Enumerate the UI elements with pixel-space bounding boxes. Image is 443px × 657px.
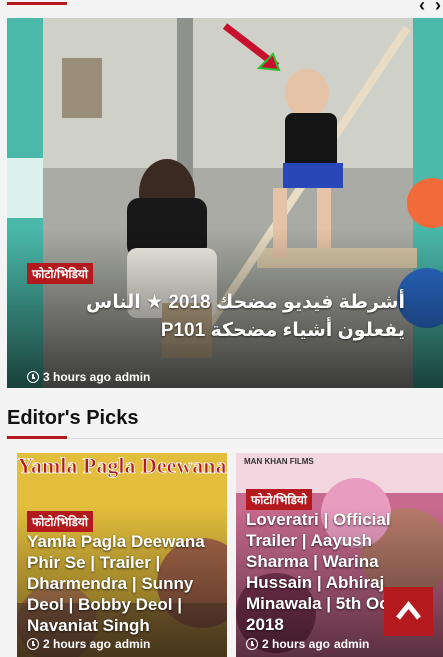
slider-nav: ‹ › <box>419 0 441 14</box>
clock-icon <box>27 638 39 650</box>
post-meta: 3 hours ago admin <box>27 370 150 384</box>
section-accent-line <box>7 2 67 5</box>
svg-text:MAN KHAN FILMS: MAN KHAN FILMS <box>244 457 314 466</box>
chevron-left-icon[interactable]: ‹ <box>419 0 425 14</box>
post-time: 2 hours ago <box>43 637 112 651</box>
section-divider <box>7 438 443 439</box>
post-meta: 2 hours ago admin <box>246 637 369 651</box>
chevron-right-icon[interactable]: › <box>435 0 441 14</box>
post-time: 2 hours ago <box>262 637 331 651</box>
arrow-up-icon <box>396 601 421 620</box>
post-author[interactable]: admin <box>334 637 369 651</box>
category-badge[interactable]: फोटो/भिडियो <box>27 511 93 532</box>
hero-slide[interactable]: फोटो/भिडियो أشرطة فيديو مضحك 2018 ★ النا… <box>7 18 443 388</box>
category-badge[interactable]: फोटो/भिडियो <box>27 263 93 284</box>
top-bar: ‹ › <box>0 0 443 14</box>
section-accent-line <box>7 436 67 439</box>
post-author[interactable]: admin <box>115 370 150 384</box>
scroll-to-top-button[interactable] <box>384 587 433 636</box>
post-author[interactable]: admin <box>115 637 150 651</box>
clock-icon <box>246 638 258 650</box>
svg-text:Yamla Pagla Deewana: Yamla Pagla Deewana <box>18 453 227 478</box>
post-time: 3 hours ago <box>43 370 112 384</box>
category-badge[interactable]: फोटो/भिडियो <box>246 489 312 510</box>
clock-icon <box>27 371 39 383</box>
section-title: Editor's Picks <box>7 407 139 429</box>
hero-title[interactable]: أشرطة فيديو مضحك 2018 ★ الناس يفعلون أشي… <box>27 289 405 345</box>
card-title[interactable]: Yamla Pagla Deewana Phir Se | Trailer | … <box>27 531 219 636</box>
post-meta: 2 hours ago admin <box>27 637 150 651</box>
editors-pick-card[interactable]: Yamla Pagla Deewana फोटो/भिडियो Yamla Pa… <box>17 453 227 657</box>
